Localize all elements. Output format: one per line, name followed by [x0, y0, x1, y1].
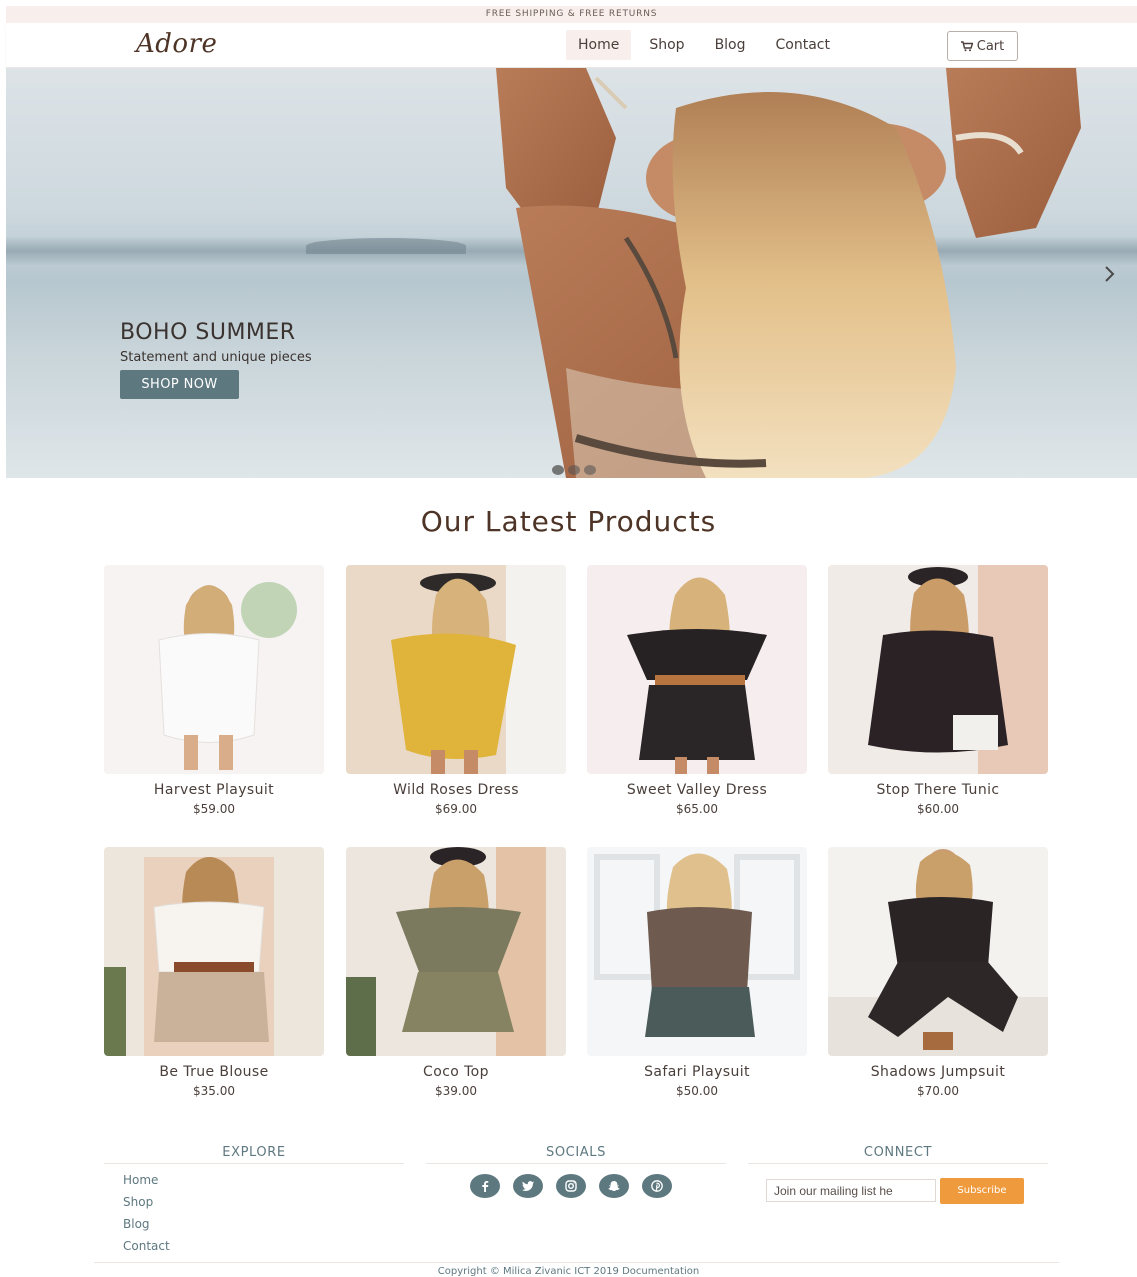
product-price: $59.00	[193, 802, 235, 816]
mailing-list-input[interactable]	[766, 1179, 936, 1202]
footer-link-home[interactable]: Home	[123, 1171, 170, 1193]
chevron-right-icon[interactable]	[1100, 262, 1120, 286]
hero-subtitle: Statement and unique pieces	[120, 350, 312, 365]
footer-link-blog[interactable]: Blog	[123, 1215, 170, 1237]
subscribe-button[interactable]: Subscribe	[940, 1178, 1024, 1204]
carousel-dot-3[interactable]	[584, 465, 596, 475]
product-price: $60.00	[917, 802, 959, 816]
hero-model-image	[496, 68, 1081, 478]
brand-logo[interactable]: Adore	[136, 29, 217, 59]
product-name[interactable]: Be True Blouse	[104, 1064, 324, 1080]
shop-now-button[interactable]: SHOP NOW	[120, 370, 239, 399]
product-card[interactable]: Wild Roses Dress $69.00	[346, 565, 566, 816]
product-image[interactable]	[346, 565, 566, 774]
footer-link-shop[interactable]: Shop	[123, 1193, 170, 1215]
snapchat-icon[interactable]	[599, 1174, 629, 1198]
instagram-icon[interactable]	[556, 1174, 586, 1198]
product-card[interactable]: Harvest Playsuit $59.00	[104, 565, 324, 816]
hero-carousel: BOHO SUMMER Statement and unique pieces …	[6, 68, 1137, 478]
hero-title: BOHO SUMMER	[120, 320, 296, 345]
product-name[interactable]: Sweet Valley Dress	[587, 782, 807, 798]
product-name[interactable]: Shadows Jumpsuit	[828, 1064, 1048, 1080]
carousel-dot-1[interactable]	[552, 465, 564, 475]
product-name[interactable]: Wild Roses Dress	[346, 782, 566, 798]
explore-divider	[104, 1163, 404, 1164]
product-image[interactable]	[104, 847, 324, 1056]
section-title: Our Latest Products	[420, 505, 717, 538]
carousel-indicators	[552, 465, 596, 475]
product-price: $35.00	[193, 1084, 235, 1098]
shipping-banner: FREE SHIPPING & FREE RETURNS	[6, 6, 1137, 23]
facebook-icon[interactable]	[470, 1174, 500, 1198]
product-price: $70.00	[917, 1084, 959, 1098]
product-image[interactable]	[828, 847, 1048, 1056]
product-price: $65.00	[676, 802, 718, 816]
connect-heading: CONNECT	[863, 1145, 933, 1160]
product-image[interactable]	[587, 847, 807, 1056]
main-nav: Home Shop Blog Contact	[566, 30, 848, 60]
product-card[interactable]: Safari Playsuit $50.00	[587, 847, 807, 1098]
hero-headland	[306, 238, 466, 254]
product-card[interactable]: Sweet Valley Dress $65.00	[587, 565, 807, 816]
connect-divider	[748, 1163, 1048, 1164]
product-image[interactable]	[828, 565, 1048, 774]
product-name[interactable]: Coco Top	[346, 1064, 566, 1080]
documentation-link[interactable]: Documentation	[622, 1266, 699, 1277]
carousel-dot-2[interactable]	[568, 465, 580, 475]
explore-links: Home Shop Blog Contact	[123, 1171, 170, 1259]
product-card[interactable]: Be True Blouse $35.00	[104, 847, 324, 1098]
socials-divider	[426, 1163, 726, 1164]
product-name[interactable]: Harvest Playsuit	[104, 782, 324, 798]
site-header: Adore Home Shop Blog Contact Cart	[6, 23, 1137, 68]
product-image[interactable]	[346, 847, 566, 1056]
product-image[interactable]	[104, 565, 324, 774]
product-card[interactable]: Shadows Jumpsuit $70.00	[828, 847, 1048, 1098]
product-card[interactable]: Stop There Tunic $60.00	[828, 565, 1048, 816]
social-links	[470, 1174, 672, 1198]
cart-label: Cart	[976, 38, 1005, 54]
nav-blog[interactable]: Blog	[703, 30, 758, 60]
product-image[interactable]	[587, 565, 807, 774]
nav-contact[interactable]: Contact	[764, 30, 842, 60]
product-name[interactable]: Safari Playsuit	[587, 1064, 807, 1080]
footer-link-contact[interactable]: Contact	[123, 1237, 170, 1259]
product-price: $69.00	[435, 802, 477, 816]
pinterest-icon[interactable]	[642, 1174, 672, 1198]
cart-button[interactable]: Cart	[947, 31, 1018, 61]
twitter-icon[interactable]	[513, 1174, 543, 1198]
socials-heading: SOCIALS	[546, 1145, 606, 1160]
copyright-label: Copyright © Milica Zivanic ICT 2019	[437, 1266, 619, 1277]
shopping-cart-icon	[960, 40, 973, 51]
footer-divider	[94, 1262, 1059, 1263]
copyright-text: Copyright © Milica Zivanic ICT 2019 Docu…	[0, 1266, 1137, 1277]
product-price: $39.00	[435, 1084, 477, 1098]
product-card[interactable]: Coco Top $39.00	[346, 847, 566, 1098]
product-price: $50.00	[676, 1084, 718, 1098]
nav-home[interactable]: Home	[566, 30, 632, 60]
product-name[interactable]: Stop There Tunic	[828, 782, 1048, 798]
nav-shop[interactable]: Shop	[637, 30, 696, 60]
explore-heading: EXPLORE	[222, 1145, 286, 1160]
